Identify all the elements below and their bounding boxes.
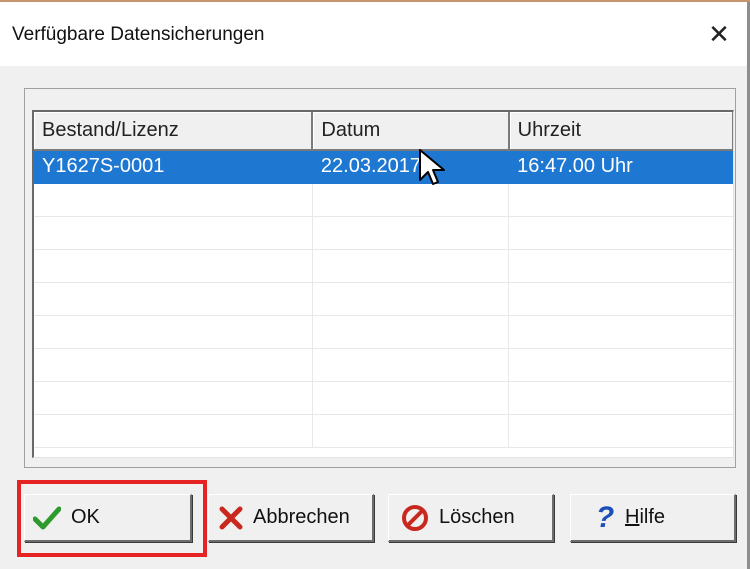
close-button[interactable]: ✕: [703, 18, 735, 50]
column-header-time[interactable]: Uhrzeit: [508, 112, 733, 151]
table-cell-empty: [312, 381, 510, 415]
backup-list[interactable]: Bestand/Lizenz Datum Uhrzeit Y1627S-0001…: [32, 110, 734, 458]
table-row-empty: [34, 381, 733, 415]
cell-time: 16:47.00 Uhr: [508, 150, 733, 184]
help-button-label: Hilfe: [625, 506, 666, 528]
no-entry-icon: [399, 502, 431, 534]
mouse-cursor-icon: [419, 149, 445, 185]
table-cell-empty: [34, 381, 313, 415]
column-header-date[interactable]: Datum: [312, 112, 510, 151]
table-cell-empty: [312, 348, 510, 382]
table-cell-empty: [312, 216, 510, 250]
table-row[interactable]: Y1627S-0001 22.03.2017 16:47.00 Uhr: [34, 150, 733, 184]
backup-dialog: Verfügbare Datensicherungen ✕ Bestand/Li…: [0, 0, 750, 569]
cell-date: 22.03.2017: [312, 150, 510, 184]
table-row-empty: [34, 348, 733, 382]
help-button[interactable]: ? Hilfe: [570, 494, 736, 542]
table-header: Bestand/Lizenz Datum Uhrzeit: [34, 112, 733, 151]
cancel-button[interactable]: Abbrechen: [208, 494, 374, 542]
backup-table: Bestand/Lizenz Datum Uhrzeit Y1627S-0001…: [34, 112, 733, 448]
table-cell-empty: [508, 414, 733, 448]
table-cell-empty: [508, 282, 733, 316]
question-icon: ?: [595, 500, 615, 534]
delete-button[interactable]: Löschen: [388, 494, 554, 542]
table-cell-empty: [508, 315, 733, 349]
table-cell-empty: [508, 216, 733, 250]
table-cell-empty: [508, 348, 733, 382]
table-cell-empty: [508, 249, 733, 283]
title-bar: Verfügbare Datensicherungen ✕: [0, 2, 747, 66]
table-cell-empty: [508, 183, 733, 217]
table-cell-empty: [34, 183, 313, 217]
close-icon: ✕: [708, 19, 730, 49]
delete-button-label: Löschen: [439, 506, 515, 528]
table-row-empty: [34, 183, 733, 217]
column-header-license[interactable]: Bestand/Lizenz: [34, 112, 314, 151]
table-cell-empty: [34, 348, 313, 382]
annotation-highlight: [17, 480, 207, 557]
table-row-empty: [34, 249, 733, 283]
table-cell-empty: [34, 414, 313, 448]
cross-icon: [215, 502, 247, 534]
table-cell-empty: [34, 249, 313, 283]
table-cell-empty: [34, 216, 313, 250]
table-cell-empty: [312, 183, 510, 217]
table-cell-empty: [312, 282, 510, 316]
table-row-empty: [34, 282, 733, 316]
cancel-button-label: Abbrechen: [253, 506, 350, 528]
table-row-empty: [34, 315, 733, 349]
table-cell-empty: [312, 414, 510, 448]
table-cell-empty: [34, 282, 313, 316]
table-cell-empty: [312, 249, 510, 283]
table-row-empty: [34, 414, 733, 448]
table-row-empty: [34, 216, 733, 250]
cell-license: Y1627S-0001: [34, 150, 313, 184]
table-cell-empty: [312, 315, 510, 349]
dialog-title: Verfügbare Datensicherungen: [12, 24, 265, 45]
table-cell-empty: [34, 315, 313, 349]
table-cell-empty: [508, 381, 733, 415]
